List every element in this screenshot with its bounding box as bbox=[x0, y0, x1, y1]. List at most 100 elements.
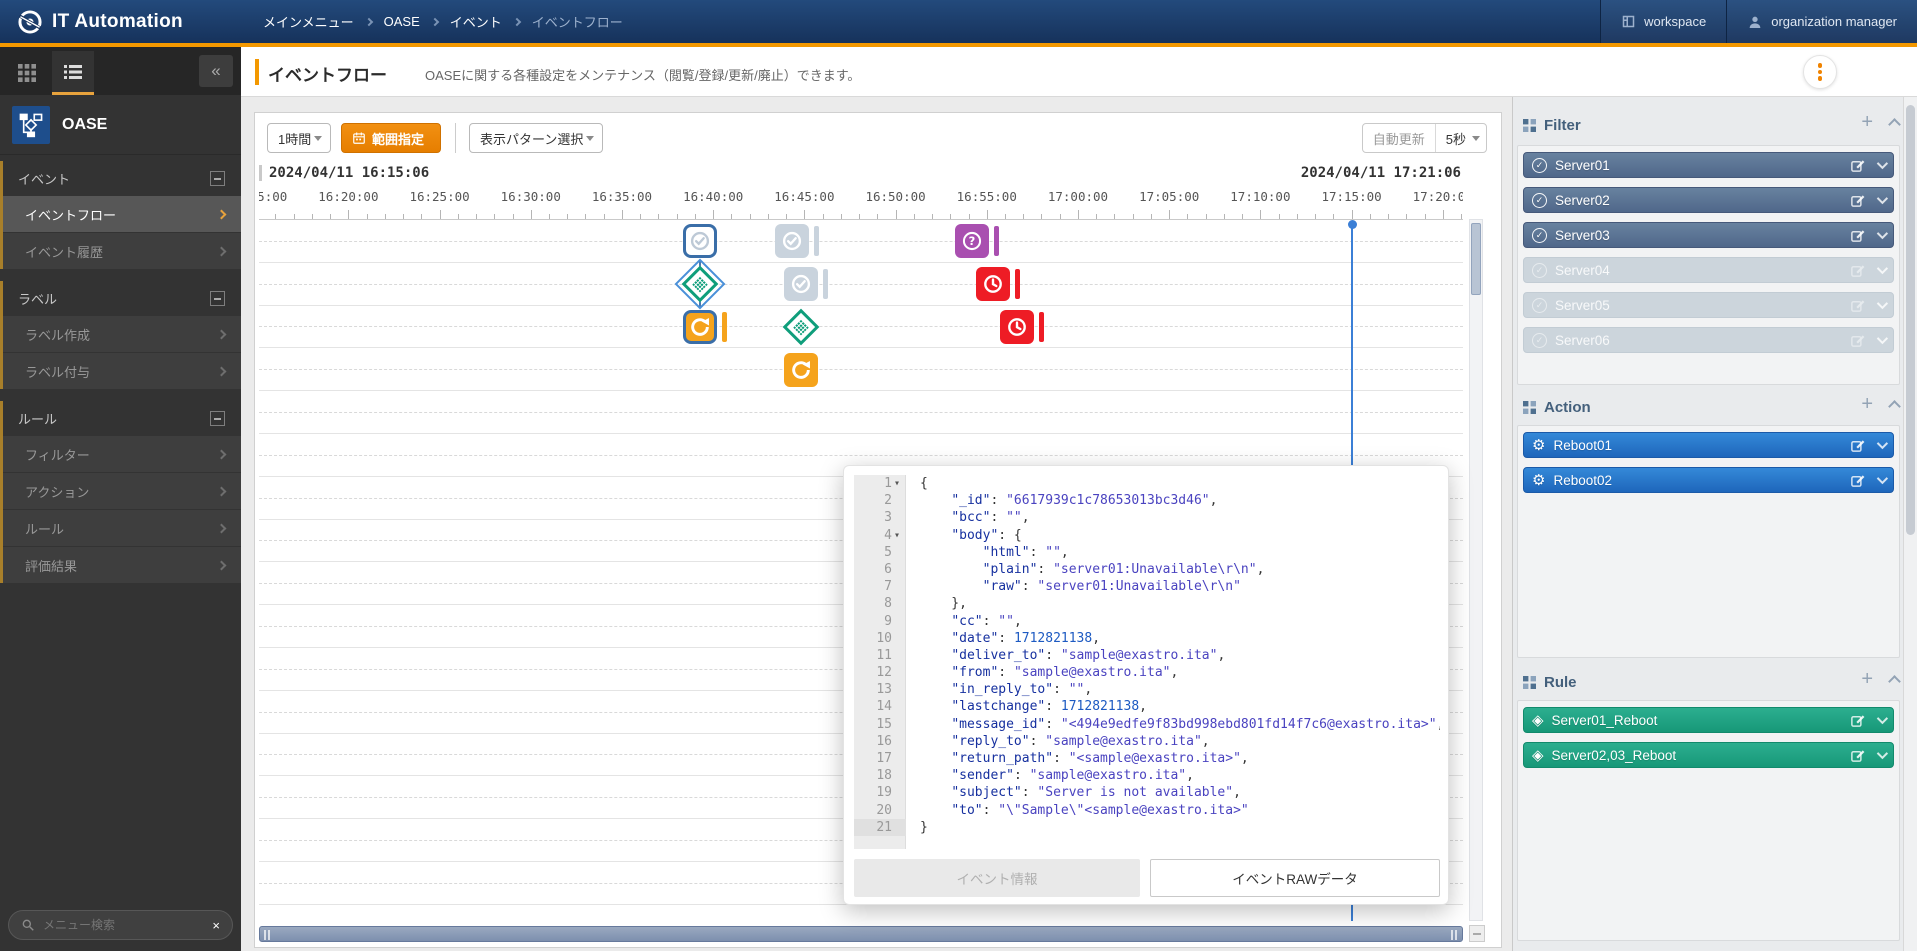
range-button[interactable]: 範囲指定 bbox=[341, 123, 441, 153]
panel-item-Server02[interactable]: ✓Server02 bbox=[1523, 187, 1894, 213]
popup-tab-event-raw[interactable]: イベントRAWデータ bbox=[1150, 859, 1440, 897]
code-line: 6 "plain": "server01:Unavailable\r\n", bbox=[854, 561, 1440, 578]
chevron-down-icon[interactable] bbox=[1877, 298, 1888, 309]
collapse-section-icon[interactable] bbox=[210, 291, 225, 306]
panel-item-Reboot01[interactable]: ⚙Reboot01 bbox=[1523, 432, 1894, 458]
breadcrumb-item[interactable]: OASE bbox=[384, 14, 420, 29]
scrollbar-grip-left[interactable] bbox=[264, 930, 271, 940]
timeline-vertical-scrollbar[interactable] bbox=[1469, 219, 1483, 921]
add-item-button[interactable]: + bbox=[1861, 111, 1873, 134]
event-icon-timeout[interactable] bbox=[976, 267, 1010, 301]
edit-icon[interactable] bbox=[1850, 713, 1865, 728]
panel-item-Server01[interactable]: ✓Server01 bbox=[1523, 152, 1894, 178]
edit-icon[interactable] bbox=[1850, 298, 1865, 313]
sidebar-item-ラベル作成[interactable]: ラベル作成 bbox=[3, 315, 241, 352]
range-button-label: 範囲指定 bbox=[372, 129, 424, 148]
sidebar-item-評価結果[interactable]: 評価結果 bbox=[3, 546, 241, 583]
event-raw-json-viewer[interactable]: 1▾{2 "_id": "6617939c1c78653013bc3d46",3… bbox=[854, 475, 1440, 849]
tab-grid-view[interactable] bbox=[6, 51, 48, 95]
panel-item-controls bbox=[1850, 713, 1885, 728]
fold-caret-icon[interactable]: ▾ bbox=[894, 475, 900, 492]
code-line: 15 "message_id": "<494e9edfe9f83bd998ebd… bbox=[854, 716, 1440, 733]
panel-item-Reboot02[interactable]: ⚙Reboot02 bbox=[1523, 467, 1894, 493]
sidebar-item-フィルター[interactable]: フィルター bbox=[3, 435, 241, 472]
sidebar-item-ラベル付与[interactable]: ラベル付与 bbox=[3, 352, 241, 389]
app-logo[interactable]: IT Automation bbox=[0, 8, 241, 36]
event-icon-timeout[interactable] bbox=[1000, 310, 1034, 344]
panel-item-Server05[interactable]: ✓Server05 bbox=[1523, 292, 1894, 318]
panel-item-Server06[interactable]: ✓Server06 bbox=[1523, 327, 1894, 353]
code-line: 9 "cc": "", bbox=[854, 613, 1440, 630]
edit-icon[interactable] bbox=[1850, 473, 1865, 488]
breadcrumb-item[interactable]: イベントフロー bbox=[532, 12, 623, 31]
tab-list-view[interactable] bbox=[52, 51, 94, 95]
page-menu-button[interactable] bbox=[1803, 55, 1837, 89]
workspace-button[interactable]: workspace bbox=[1600, 0, 1726, 43]
chevron-down-icon[interactable] bbox=[1877, 333, 1888, 344]
fold-caret-icon[interactable]: ▾ bbox=[894, 527, 900, 544]
chevron-down-icon[interactable] bbox=[1877, 713, 1888, 724]
line-number: 21 bbox=[854, 819, 906, 836]
edit-icon[interactable] bbox=[1850, 748, 1865, 763]
collapse-panel-icon[interactable] bbox=[1888, 118, 1901, 131]
breadcrumb-item[interactable]: イベント bbox=[450, 12, 502, 31]
timeline-row bbox=[259, 391, 1463, 434]
event-icon-check[interactable] bbox=[683, 224, 717, 258]
search-clear-icon[interactable]: × bbox=[212, 918, 220, 933]
chevron-down-icon[interactable] bbox=[1877, 473, 1888, 484]
edit-icon[interactable] bbox=[1850, 228, 1865, 243]
sidebar-item-ルール[interactable]: ルール bbox=[3, 509, 241, 546]
scrollbar-corner bbox=[1469, 925, 1485, 942]
chevron-down-icon[interactable] bbox=[1877, 748, 1888, 759]
panel-grid-icon bbox=[1523, 401, 1536, 414]
timeline-horizontal-scrollbar[interactable] bbox=[259, 926, 1463, 942]
chevron-down-icon[interactable] bbox=[1877, 158, 1888, 169]
event-icon-action[interactable] bbox=[784, 353, 818, 387]
pattern-select[interactable]: 表示パターン選択 bbox=[469, 123, 603, 153]
event-icon-action[interactable] bbox=[683, 310, 717, 344]
breadcrumb-item[interactable]: メインメニュー bbox=[263, 12, 354, 31]
sidebar-item-アクション[interactable]: アクション bbox=[3, 472, 241, 509]
chevron-down-icon[interactable] bbox=[1877, 438, 1888, 449]
page-vertical-scrollbar[interactable] bbox=[1903, 97, 1917, 951]
add-item-button[interactable]: + bbox=[1861, 668, 1873, 691]
chevron-down-icon[interactable] bbox=[1877, 263, 1888, 274]
menu-search-input[interactable] bbox=[43, 918, 193, 932]
panel-item-Server03[interactable]: ✓Server03 bbox=[1523, 222, 1894, 248]
axis-tick bbox=[1443, 210, 1444, 219]
scrollbar-thumb[interactable] bbox=[1471, 223, 1481, 295]
collapse-panel-icon[interactable] bbox=[1888, 675, 1901, 688]
user-menu-button[interactable]: organization manager bbox=[1726, 0, 1917, 43]
add-item-button[interactable]: + bbox=[1861, 393, 1873, 416]
edit-icon[interactable] bbox=[1850, 438, 1865, 453]
panel-item-Server02,03_Reboot[interactable]: ◈Server02,03_Reboot bbox=[1523, 742, 1894, 768]
code-line: 21} bbox=[854, 819, 1440, 836]
code-text: "lastchange": 1712821138, bbox=[920, 698, 1147, 715]
sidebar-item-イベント履歴[interactable]: イベント履歴 bbox=[3, 232, 241, 269]
scrollbar-thumb[interactable] bbox=[259, 926, 1463, 942]
edit-icon[interactable] bbox=[1850, 158, 1865, 173]
sidebar-collapse-button[interactable]: « bbox=[199, 55, 233, 87]
code-text: "_id": "6617939c1c78653013bc3d46", bbox=[920, 492, 1217, 509]
code-text: "subject": "Server is not available", bbox=[920, 784, 1241, 801]
chevron-down-icon[interactable] bbox=[1877, 193, 1888, 204]
event-icon-check[interactable] bbox=[775, 224, 809, 258]
panel-item-Server04[interactable]: ✓Server04 bbox=[1523, 257, 1894, 283]
edit-icon[interactable] bbox=[1850, 333, 1865, 348]
scrollbar-grip-right[interactable] bbox=[1451, 930, 1458, 940]
collapse-panel-icon[interactable] bbox=[1888, 400, 1901, 413]
axis-tick-label: 16:30:00 bbox=[501, 189, 561, 204]
edit-icon[interactable] bbox=[1850, 263, 1865, 278]
period-select[interactable]: 1時間 bbox=[267, 123, 331, 153]
popup-tab-event-info[interactable]: イベント情報 bbox=[854, 859, 1140, 897]
collapse-section-icon[interactable] bbox=[210, 411, 225, 426]
sidebar-item-イベントフロー[interactable]: イベントフロー bbox=[3, 195, 241, 232]
collapse-section-icon[interactable] bbox=[210, 171, 225, 186]
chevron-down-icon[interactable] bbox=[1877, 228, 1888, 239]
panel-item-Server01_Reboot[interactable]: ◈Server01_Reboot bbox=[1523, 707, 1894, 733]
edit-icon[interactable] bbox=[1850, 193, 1865, 208]
event-icon-check[interactable] bbox=[784, 267, 818, 301]
event-icon-question[interactable]: ? bbox=[955, 224, 989, 258]
auto-update-interval-select[interactable]: 5秒 bbox=[1436, 129, 1486, 148]
scrollbar-thumb[interactable] bbox=[1906, 105, 1915, 535]
